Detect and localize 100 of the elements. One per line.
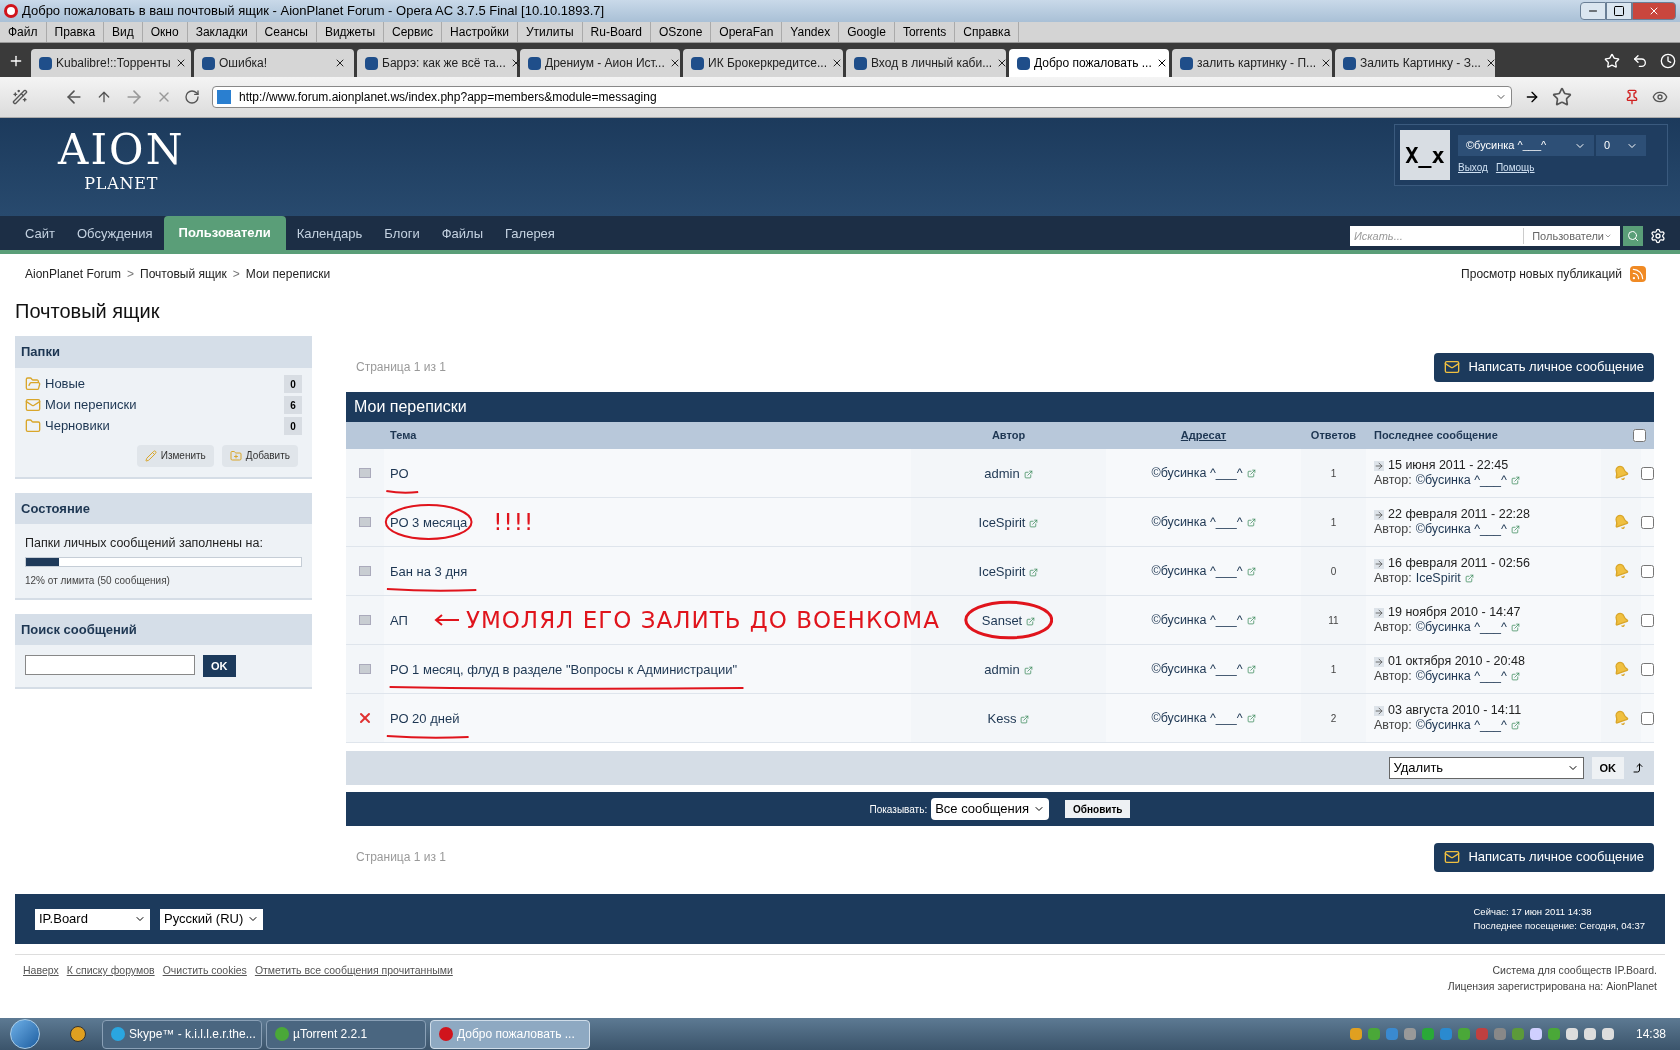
pinned-app-icon[interactable] [70,1026,86,1042]
tray-icon[interactable] [1601,1028,1614,1040]
footer-link[interactable]: Наверх [23,963,59,979]
minimize-button[interactable] [1580,2,1606,20]
browser-tab[interactable]: Kubalibre!::Торренты [31,49,191,77]
tray-icon[interactable] [1403,1028,1416,1040]
nav-tab[interactable]: Файлы [430,218,495,250]
author-link[interactable]: IceSpirit [978,564,1039,579]
clock[interactable]: 14:38 [1635,1025,1666,1043]
menu-item[interactable]: Torrents [894,22,956,42]
undo-icon[interactable] [1632,53,1648,69]
filter-select[interactable]: Все сообщения [931,798,1050,820]
external-link-icon[interactable] [1510,721,1520,731]
breadcrumb-link[interactable]: Мои переписки [245,265,331,283]
action-ok-button[interactable]: OK [1591,757,1624,779]
search-field[interactable]: Искать... Пользователи [1350,226,1620,246]
menu-item[interactable]: Закладки [187,22,257,42]
external-link-icon[interactable] [1246,713,1256,723]
browser-tab[interactable]: ИК Брокеркредитсе... [683,49,843,77]
search-scope-select[interactable]: Пользователи [1523,227,1620,245]
avatar[interactable]: X_x [1400,130,1450,180]
skin-select[interactable]: IP.Board [35,908,150,930]
compose-message-button[interactable]: Написать личное сообщение [1434,352,1654,382]
external-link-icon[interactable] [1246,517,1256,527]
menu-item[interactable]: Google [839,22,895,42]
last-post-author-link[interactable]: ©бусинка ^___^ [1415,718,1520,733]
new-posts-link[interactable]: Просмотр новых публикаций [1461,265,1622,283]
external-link-icon[interactable] [1246,664,1256,674]
topic-link[interactable]: РО [390,466,409,481]
browser-tab[interactable]: залить картинку - П... [1172,49,1332,77]
folder-link[interactable]: Мои переписки [45,395,137,415]
external-link-icon[interactable] [1510,525,1520,535]
footer-link[interactable]: Очистить cookies [162,963,247,979]
footer-link[interactable]: Отметить все сообщения прочитанными [254,963,453,979]
external-link-icon[interactable] [1246,615,1256,625]
action-select[interactable]: Удалить [1388,757,1584,779]
message-search-field[interactable] [25,655,195,676]
last-post-author-link[interactable]: ©бусинка ^___^ [1415,473,1520,488]
menu-item[interactable]: Утилиты [517,22,583,42]
wand-icon[interactable] [12,89,28,105]
pin-icon[interactable] [1624,89,1640,105]
user-menu-button[interactable]: ©бусинка ^___^ [1458,135,1594,156]
settings-icon[interactable] [1650,228,1666,244]
menu-item[interactable]: Сеансы [256,22,317,42]
logo-subtitle[interactable]: PLANET [84,172,159,196]
row-checkbox[interactable] [1641,711,1654,725]
menu-item[interactable]: OSzone [650,22,712,42]
breadcrumb-link[interactable]: AionPlanet Forum [25,265,122,283]
tray-icon[interactable] [1565,1028,1578,1040]
external-link-icon[interactable] [1246,468,1256,478]
last-post-author-link[interactable]: ©бусинка ^___^ [1415,620,1520,635]
menu-item[interactable]: Настройки [442,22,518,42]
topic-link[interactable]: РО 20 дней [390,711,460,726]
menu-item[interactable]: Справка [955,22,1020,42]
tray-icon[interactable] [1583,1028,1596,1040]
menu-item[interactable]: Виджеты [316,22,384,42]
row-checkbox[interactable] [1641,515,1654,529]
last-post-author-link[interactable]: ©бусинка ^___^ [1415,522,1520,537]
menu-item[interactable]: Ru-Board [582,22,651,42]
go-icon[interactable] [1524,89,1540,105]
footer-link[interactable]: К списку форумов [66,963,155,979]
external-link-icon[interactable] [1510,672,1520,682]
eye-icon[interactable] [1652,89,1668,105]
menu-item[interactable]: Сервис [384,22,443,42]
menu-item[interactable]: Файл [0,22,47,42]
bookmark-icon[interactable] [1604,53,1620,69]
reload-icon[interactable] [184,89,200,105]
browser-tab[interactable]: Добро пожаловать ... [1009,49,1169,77]
compose-message-button[interactable]: Написать личное сообщение [1434,842,1654,872]
external-link-icon[interactable] [1023,666,1033,676]
rss-icon[interactable] [1630,266,1646,282]
tray-icon[interactable] [1349,1028,1362,1040]
start-button[interactable] [10,1019,40,1049]
external-link-icon[interactable] [1246,566,1256,576]
history-icon[interactable] [1660,53,1676,69]
external-link-icon[interactable] [1510,476,1520,486]
menu-item[interactable]: Правка [46,22,105,42]
select-all-checkbox[interactable] [1633,429,1646,442]
external-link-icon[interactable] [1510,623,1520,633]
notifications-button[interactable]: 0 [1596,135,1646,156]
menu-item[interactable]: Вид [104,22,143,42]
new-tab-button[interactable] [8,53,24,69]
tray-icon[interactable] [1421,1028,1434,1040]
taskbar-item[interactable]: µTorrent 2.2.1 [266,1019,426,1049]
row-checkbox[interactable] [1641,564,1654,578]
tray-icon[interactable] [1547,1028,1560,1040]
browser-tab[interactable]: Вход в личный каби... [846,49,1006,77]
menu-item[interactable]: Yandex [782,22,840,42]
favorite-star-icon[interactable] [1552,87,1572,107]
maximize-button[interactable] [1606,2,1632,20]
menu-item[interactable]: OperaFan [711,22,783,42]
folder-link[interactable]: Новые [45,374,86,394]
tray-icon[interactable] [1529,1028,1542,1040]
close-tab-icon[interactable] [334,57,346,69]
folder-action-button[interactable]: Изменить [136,444,214,467]
folder-link[interactable]: Черновики [45,416,110,436]
browser-tab[interactable]: Баррэ: как же всё та... [357,49,517,77]
row-checkbox[interactable] [1641,466,1654,480]
folder-action-button[interactable]: Добавить [221,444,298,467]
tray-icon[interactable] [1457,1028,1470,1040]
